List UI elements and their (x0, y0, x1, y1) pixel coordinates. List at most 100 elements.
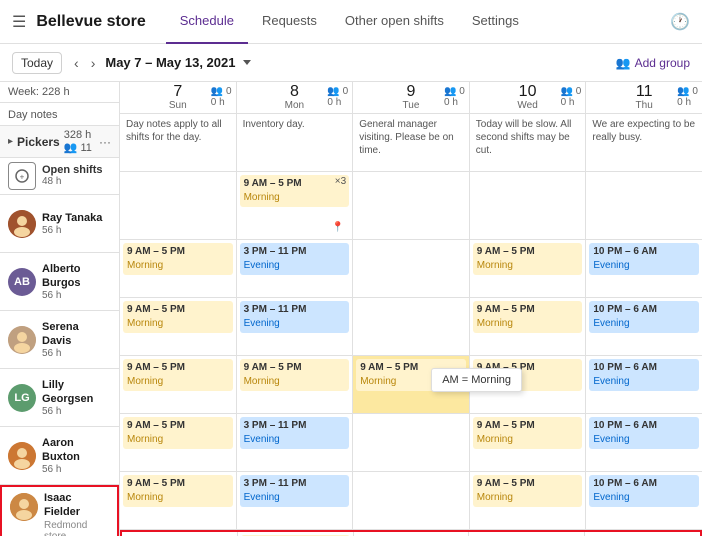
shift-block[interactable]: 3 PM – 11 PM Evening (240, 417, 350, 449)
shift-block[interactable]: 9 AM – 5 PM Morning (123, 243, 233, 275)
empty-cell (353, 414, 470, 471)
am-tooltip: AM = Morning (431, 368, 522, 392)
shift-block[interactable]: 3 PM – 11 PM Evening (240, 301, 350, 333)
open-shifts-label: Open shifts (42, 164, 103, 176)
pickers-info: 328 h 👥 11 (64, 129, 99, 154)
shift-block[interactable]: 9 AM – 5 PM Morning (123, 359, 233, 391)
open-shifts-hours: 48 h (42, 176, 103, 187)
open-shifts-sidebar: + Open shifts 48 h (0, 158, 119, 195)
open-shifts-icon: + (8, 162, 36, 190)
left-sidebar: Week: 228 h Day notes ▸ Pickers 328 h 👥 … (0, 82, 120, 536)
employee-schedule-row: 9 AM – 5 PM Morning 3 PM – 11 PM Evening… (120, 414, 702, 472)
shift-cell[interactable]: 3 PM – 11 PM Evening (237, 414, 354, 471)
day-header-9: 👥 0 0 h 9 Tue (353, 82, 470, 113)
nav-tab-other-open-shifts[interactable]: Other open shifts (331, 0, 458, 44)
shift-cell[interactable]: 9 AM – 5 PM Morning (120, 356, 237, 413)
employee-sidebar-row: Ray Tanaka 56 h (0, 195, 119, 253)
shift-cell[interactable]: 9 AM – 5 PM Morning (238, 532, 354, 536)
shift-cell[interactable]: 9 AM – 5 PM Morning (470, 298, 587, 355)
isaac-sidebar-row: Isaac Fielder Redmond store 8 h (0, 485, 119, 536)
shift-count: ×3 (335, 176, 346, 187)
shift-block[interactable]: 10 PM – 6 AM Evening (589, 359, 699, 391)
shift-cell[interactable]: 3 PM – 11 PM Evening (237, 472, 354, 529)
avatar (8, 210, 36, 238)
empty-cell (353, 240, 470, 297)
employee-sidebar-row: Serena Davis 56 h (0, 311, 119, 369)
shift-block[interactable]: 10 PM – 6 AM Evening (589, 475, 699, 507)
shift-cell[interactable]: 10 PM – 6 AM Evening (586, 472, 702, 529)
shift-block[interactable]: 9 AM – 5 PM Morning (123, 475, 233, 507)
shift-block[interactable]: 10 PM – 6 AM Evening (589, 243, 699, 275)
day-note-11: We are expecting to be really busy. (586, 114, 702, 171)
shift-cell[interactable]: 9 AM – 5 PM Morning (470, 414, 587, 471)
shift-block[interactable]: 9 AM – 5 PM Morning (240, 359, 350, 391)
collapse-icon[interactable]: ▸ (8, 136, 13, 147)
prev-arrow[interactable]: ‹ (68, 52, 85, 74)
shift-block[interactable]: 9 AM – 5 PM Morning (473, 243, 583, 275)
nav-tab-schedule[interactable]: Schedule (166, 0, 248, 44)
shift-cell[interactable]: 9 AM – 5 PM Morning (120, 240, 237, 297)
shift-block[interactable]: 3 PM – 11 PM Evening (240, 243, 350, 275)
empty-cell (353, 172, 470, 239)
day-note-9: General manager visiting. Please be on t… (353, 114, 470, 171)
shift-cell[interactable]: 9 AM – 5 PM Morning (470, 240, 587, 297)
schedule-rows: 9 AM – 5 PM Morning ×3📍 9 AM – 5 PM Morn… (120, 172, 702, 536)
shift-cell[interactable]: 9 AM – 5 PM Morning (120, 298, 237, 355)
day-note-8: Inventory day. (237, 114, 354, 171)
shift-block[interactable]: 9 AM – 5 PM Morning (473, 301, 583, 333)
avatar (8, 326, 36, 354)
calendar-area: 👥 0 0 h 7 Sun 👥 0 0 h 8 Mon 👥 0 0 h 9 Tu… (120, 82, 702, 536)
isaac-sub: Redmond store (44, 520, 109, 536)
shift-block[interactable]: 9 AM – 5 PM Morning (123, 417, 233, 449)
shift-cell[interactable]: 3 PM – 11 PM Evening (237, 240, 354, 297)
shift-cell[interactable]: 9 AM – 5 PM Morning (120, 414, 237, 471)
shift-block[interactable]: 9 AM – 5 PM Morning (240, 175, 350, 207)
next-arrow[interactable]: › (85, 52, 102, 74)
nav-tab-requests[interactable]: Requests (248, 0, 331, 44)
top-nav: ☰ Bellevue store ScheduleRequestsOther o… (0, 0, 702, 44)
add-group-button[interactable]: 👥 Add group (616, 56, 690, 70)
empty-cell (122, 532, 238, 536)
employee-schedule-row: 9 AM – 5 PM Morning 3 PM – 11 PM Evening… (120, 240, 702, 298)
employee-sidebar-row: AB Alberto Burgos 56 h (0, 253, 119, 311)
nav-tabs: ScheduleRequestsOther open shiftsSetting… (166, 0, 533, 44)
day-header-8: 👥 0 0 h 8 Mon (237, 82, 354, 113)
shift-block[interactable]: 9 AM – 5 PM Morning (473, 475, 583, 507)
today-label: Today (21, 56, 53, 70)
app-title: Bellevue store (36, 13, 145, 31)
clock-icon[interactable]: 🕐 (670, 14, 690, 31)
nav-right: 🕐 (670, 12, 690, 32)
empty-cell (354, 532, 470, 536)
hamburger-icon[interactable]: ☰ (12, 12, 26, 32)
employee-sidebar-row: LG Lilly Georgsen 56 h (0, 369, 119, 427)
empty-cell (353, 472, 470, 529)
add-group-icon: 👥 (616, 56, 631, 70)
date-range[interactable]: May 7 – May 13, 2021 (105, 55, 251, 70)
day-header-10: 👥 0 0 h 10 Wed (470, 82, 587, 113)
pickers-header: ▸ Pickers 328 h 👥 11 ··· (0, 126, 119, 158)
shift-cell[interactable]: 9 AM – 5 PM Morning (237, 356, 354, 413)
employee-schedule-row: 9 AM – 5 PM Morning 3 PM – 11 PM Evening… (120, 298, 702, 356)
app-container: ☰ Bellevue store ScheduleRequestsOther o… (0, 0, 702, 536)
shift-cell[interactable]: 3 PM – 11 PM Evening (237, 298, 354, 355)
shift-block[interactable]: 9 AM – 5 PM Morning (473, 417, 583, 449)
shift-cell[interactable]: 9 AM – 5 PM Morning (120, 472, 237, 529)
employee-schedule-row: 9 AM – 5 PM Morning 9 AM – 5 PM Morning … (120, 356, 702, 414)
day-notes-label: Day notes (0, 103, 119, 126)
chevron-down-icon (243, 60, 251, 65)
shift-block[interactable]: 10 PM – 6 AM Evening (589, 301, 699, 333)
pickers-more-button[interactable]: ··· (99, 135, 111, 149)
today-button[interactable]: Today (12, 52, 62, 74)
shift-cell[interactable]: 10 PM – 6 AM Evening (586, 240, 702, 297)
shift-cell[interactable]: 9 AM – 5 PM Morning ×3📍 (237, 172, 354, 239)
shift-cell[interactable]: 10 PM – 6 AM Evening (586, 298, 702, 355)
shift-cell[interactable]: 9 AM – 5 PM Morning (470, 472, 587, 529)
shift-block[interactable]: 10 PM – 6 AM Evening (589, 417, 699, 449)
shift-block[interactable]: 3 PM – 11 PM Evening (240, 475, 350, 507)
shift-cell[interactable]: 10 PM – 6 AM Evening (586, 414, 702, 471)
nav-tab-settings[interactable]: Settings (458, 0, 533, 44)
avatar: LG (8, 384, 36, 412)
shift-cell[interactable]: 10 PM – 6 AM Evening (586, 356, 702, 413)
isaac-name: Isaac Fielder (44, 491, 109, 520)
shift-block[interactable]: 9 AM – 5 PM Morning (123, 301, 233, 333)
